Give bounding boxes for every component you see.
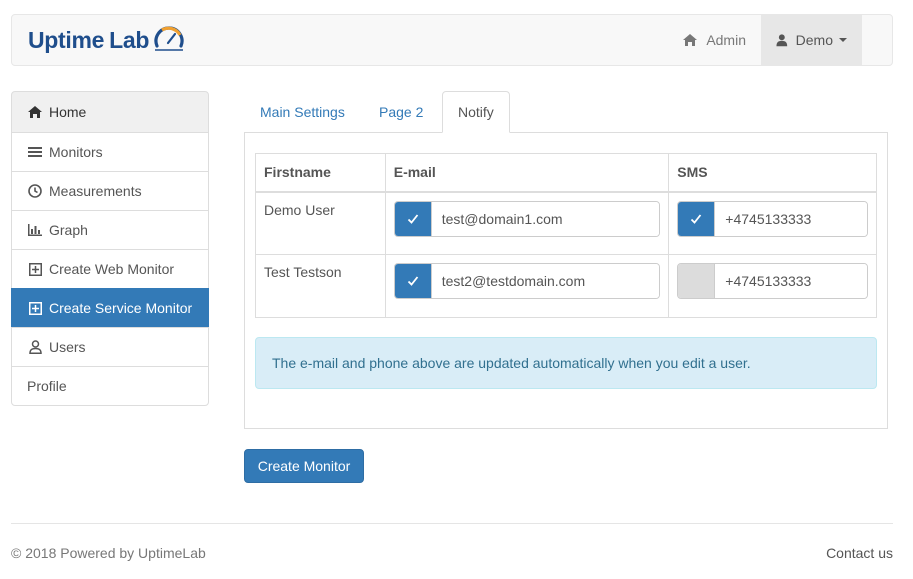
sidebar-item-label: Create Service Monitor xyxy=(49,300,193,316)
firstname-cell: Demo User xyxy=(255,191,386,255)
email-field[interactable]: test2@testdomain.com xyxy=(430,264,660,298)
sidebar-item-label: Home xyxy=(49,104,87,120)
tab-label: Main Settings xyxy=(260,104,345,120)
sidebar-item-label: Measurements xyxy=(49,183,142,199)
email-input-group: test2@testdomain.com xyxy=(393,263,661,299)
footer-divider xyxy=(11,523,893,524)
sms-cell: +4745133333 xyxy=(668,254,877,318)
column-header-firstname: Firstname xyxy=(255,153,386,193)
nav-user-dropdown[interactable]: Demo xyxy=(761,15,862,65)
sidebar-item-label: Profile xyxy=(27,378,67,394)
nav-admin-link[interactable]: Admin xyxy=(667,15,761,65)
clock-icon xyxy=(27,183,43,199)
brand-logo[interactable]: Uptime Lab xyxy=(28,21,185,59)
sidebar-item-create-web-monitor[interactable]: Create Web Monitor xyxy=(11,249,209,289)
nav-admin-label: Admin xyxy=(706,32,746,48)
list-icon xyxy=(27,144,43,160)
home-icon xyxy=(27,104,43,120)
sms-field[interactable]: +4745133333 xyxy=(714,201,867,236)
email-cell: test2@testdomain.com xyxy=(384,254,670,318)
sidebar-item-label: Monitors xyxy=(49,144,103,160)
user-icon xyxy=(27,339,43,355)
tab-page-2[interactable]: Page 2 xyxy=(364,91,438,133)
column-header-email: E-mail xyxy=(384,153,670,193)
firstname-cell: Test Testson xyxy=(255,254,386,318)
create-monitor-button[interactable]: Create Monitor xyxy=(244,449,364,483)
plus-square-icon xyxy=(27,300,43,316)
checkmark-icon xyxy=(407,213,418,224)
sms-cell: +4745133333 xyxy=(668,191,877,255)
sms-checkbox[interactable] xyxy=(678,264,715,298)
speedometer-icon xyxy=(154,26,184,51)
brand-name: Uptime Lab xyxy=(28,26,150,53)
sms-input-group: +4745133333 xyxy=(677,263,868,299)
email-field[interactable]: test@domain1.com xyxy=(430,201,660,236)
sms-checkbox[interactable] xyxy=(678,201,715,236)
table-row: Test Testson test2@testdomain.com +47451… xyxy=(255,254,877,318)
sidebar-item-home[interactable]: Home xyxy=(11,91,209,133)
sidebar-item-graph[interactable]: Graph xyxy=(11,210,209,250)
tab-label: Page 2 xyxy=(379,104,424,120)
sidebar-item-measurements[interactable]: Measurements xyxy=(11,171,209,211)
checkmark-icon xyxy=(407,276,418,286)
footer-copyright: © 2018 Powered by UptimeLab xyxy=(11,545,206,561)
sms-input-group: +4745133333 xyxy=(677,200,868,237)
caret-down-icon xyxy=(839,38,847,42)
checkmark-icon xyxy=(691,213,702,224)
tab-notify[interactable]: Notify xyxy=(442,91,510,133)
info-alert: The e-mail and phone above are updated a… xyxy=(255,337,877,389)
info-alert-text: The e-mail and phone above are updated a… xyxy=(272,355,751,371)
sidebar-item-create-service-monitor[interactable]: Create Service Monitor xyxy=(11,288,209,328)
tab-label: Notify xyxy=(458,104,494,120)
sms-field[interactable]: +4745133333 xyxy=(714,264,867,298)
sidebar-item-label: Graph xyxy=(49,222,88,238)
bar-chart-icon xyxy=(27,222,43,238)
sidebar-item-profile[interactable]: Profile xyxy=(11,366,209,406)
sidebar-nav: Home Monitors Measurements Graph Create … xyxy=(11,91,209,406)
home-icon xyxy=(683,34,698,46)
nav-user-label: Demo xyxy=(795,32,833,48)
email-checkbox[interactable] xyxy=(394,201,431,236)
email-checkbox[interactable] xyxy=(394,264,431,298)
email-input-group: test@domain1.com xyxy=(393,200,661,237)
sidebar-item-users[interactable]: Users xyxy=(11,327,209,367)
contact-us-link[interactable]: Contact us xyxy=(826,545,893,561)
sidebar-item-label: Users xyxy=(49,339,86,355)
notify-table: Firstname E-mail SMS Demo User test@doma… xyxy=(255,153,877,318)
tab-main-settings[interactable]: Main Settings xyxy=(245,91,360,133)
sidebar-item-label: Create Web Monitor xyxy=(49,261,175,277)
email-cell: test@domain1.com xyxy=(384,191,670,255)
table-header-row: Firstname E-mail SMS xyxy=(255,153,877,193)
top-navbar: Uptime Lab Admin Demo xyxy=(11,14,893,66)
table-row: Demo User test@domain1.com +4745133333 xyxy=(255,191,877,255)
column-header-sms: SMS xyxy=(668,153,877,193)
plus-square-icon xyxy=(27,261,43,277)
tab-bar: Main Settings Page 2 Notify xyxy=(244,91,888,133)
sidebar-item-monitors[interactable]: Monitors xyxy=(11,132,209,172)
user-icon xyxy=(776,34,788,47)
